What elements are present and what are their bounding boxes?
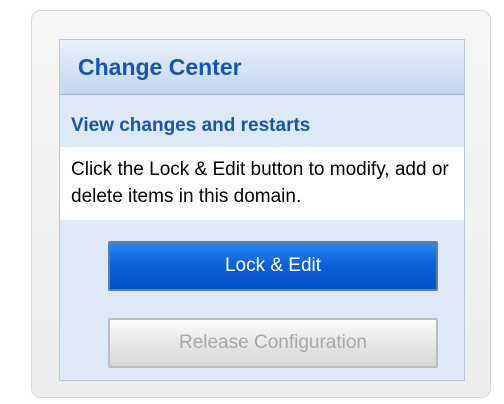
lock-and-edit-button[interactable]: Lock & Edit bbox=[108, 241, 438, 291]
change-center-title: Change Center bbox=[78, 53, 242, 80]
view-changes-link[interactable]: View changes and restarts bbox=[71, 115, 464, 137]
change-center-header: Change Center bbox=[60, 40, 464, 95]
release-configuration-button[interactable]: Release Configuration bbox=[108, 318, 438, 368]
instructions-text: Click the Lock & Edit button to modify, … bbox=[60, 147, 464, 220]
change-center-panel: Change Center View changes and restarts … bbox=[59, 39, 465, 381]
